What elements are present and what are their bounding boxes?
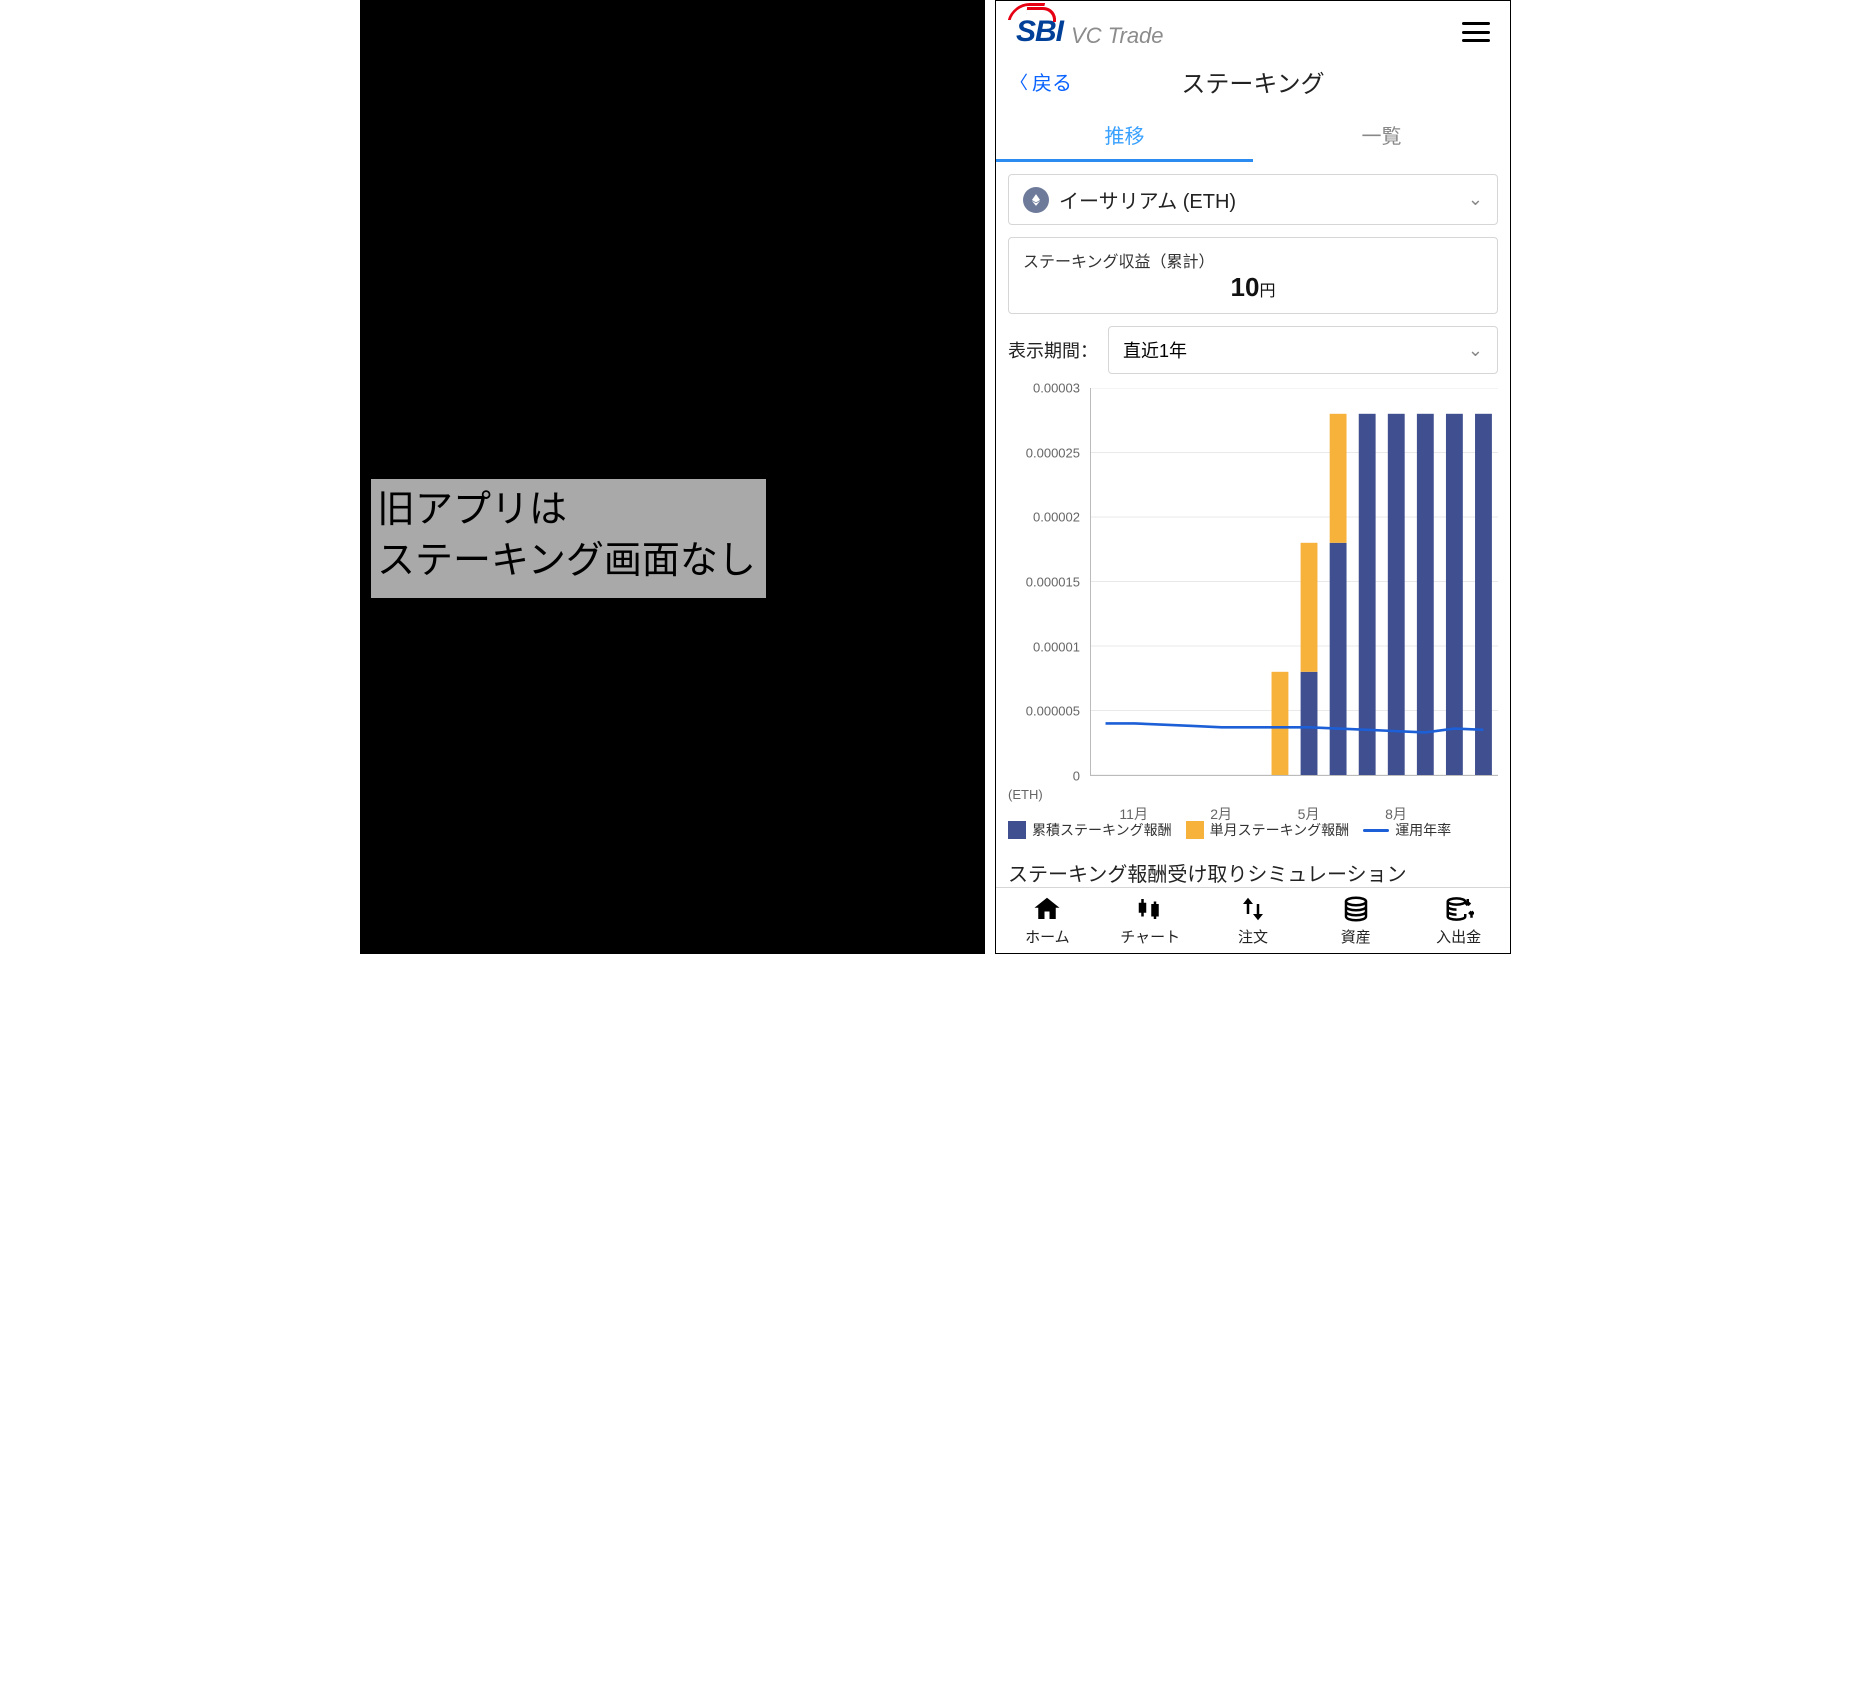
period-label: 表示期間： bbox=[1008, 337, 1098, 363]
nav-home[interactable]: ホーム bbox=[996, 888, 1099, 953]
staking-chart: 00.0000050.000010.0000150.000020.0000250… bbox=[1008, 382, 1498, 812]
nav-chart[interactable]: チャート bbox=[1099, 888, 1202, 953]
new-app-panel: SBI VC Trade 〈 戻る ステーキング bbox=[995, 0, 1511, 954]
note-line2: ステーキング画面なし bbox=[377, 536, 756, 587]
app-logo: SBI VC Trade bbox=[1016, 15, 1164, 49]
page-title: ステーキング bbox=[996, 64, 1510, 99]
tab-list[interactable]: 一覧 bbox=[1253, 108, 1510, 162]
legend-cum: 累積ステーキング報酬 bbox=[1032, 820, 1172, 840]
deposit-icon bbox=[1407, 894, 1510, 924]
period-select[interactable]: 直近1年 ⌄ bbox=[1108, 326, 1498, 374]
back-button[interactable]: 〈 戻る bbox=[1010, 67, 1072, 96]
chart-unit: (ETH) bbox=[1008, 787, 1043, 802]
nav-asset[interactable]: 資産 bbox=[1304, 888, 1407, 953]
asset-selector[interactable]: イーサリアム (ETH) ⌄ bbox=[1008, 174, 1498, 225]
period-value: 直近1年 bbox=[1123, 337, 1187, 363]
ethereum-icon bbox=[1023, 187, 1049, 213]
chevron-down-icon: ⌄ bbox=[1468, 340, 1483, 361]
simulation-title: ステーキング報酬受け取りシミュレーション bbox=[1008, 858, 1498, 887]
asset-name: イーサリアム (ETH) bbox=[1059, 185, 1458, 214]
coins-icon bbox=[1304, 894, 1407, 924]
logo-sub: VC Trade bbox=[1071, 23, 1164, 49]
tab-trend[interactable]: 推移 bbox=[996, 108, 1253, 162]
old-app-note: 旧アプリは ステーキング画面なし bbox=[371, 479, 766, 598]
tabs: 推移 一覧 bbox=[996, 108, 1510, 162]
menu-icon[interactable] bbox=[1462, 22, 1490, 42]
back-label: 戻る bbox=[1032, 67, 1072, 96]
logo-brand: SBI bbox=[1016, 15, 1063, 49]
chevron-left-icon: 〈 bbox=[1010, 69, 1028, 95]
bottom-nav: ホーム チャート 注文 bbox=[996, 887, 1510, 953]
revenue-value: 10円 bbox=[1023, 272, 1483, 303]
chart-legend: 累積ステーキング報酬 単月ステーキング報酬 運用年率 bbox=[1008, 820, 1498, 840]
revenue-box: ステーキング収益（累計） 10円 bbox=[1008, 237, 1498, 314]
note-line1: 旧アプリは bbox=[377, 485, 756, 536]
order-icon bbox=[1202, 894, 1305, 924]
old-app-panel: 旧アプリは ステーキング画面なし bbox=[360, 0, 985, 954]
home-icon bbox=[996, 894, 1099, 924]
nav-order[interactable]: 注文 bbox=[1202, 888, 1305, 953]
revenue-label: ステーキング収益（累計） bbox=[1023, 248, 1483, 272]
candlestick-icon bbox=[1099, 894, 1202, 924]
app-header: SBI VC Trade bbox=[996, 1, 1510, 59]
chevron-down-icon: ⌄ bbox=[1468, 189, 1483, 210]
nav-deposit[interactable]: 入出金 bbox=[1407, 888, 1510, 953]
